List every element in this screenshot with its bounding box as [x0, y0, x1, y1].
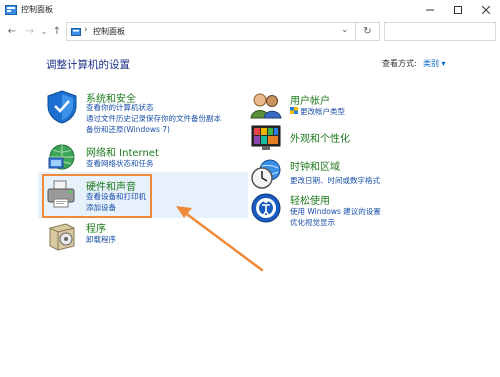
annotation-arrow-icon: [176, 206, 264, 272]
